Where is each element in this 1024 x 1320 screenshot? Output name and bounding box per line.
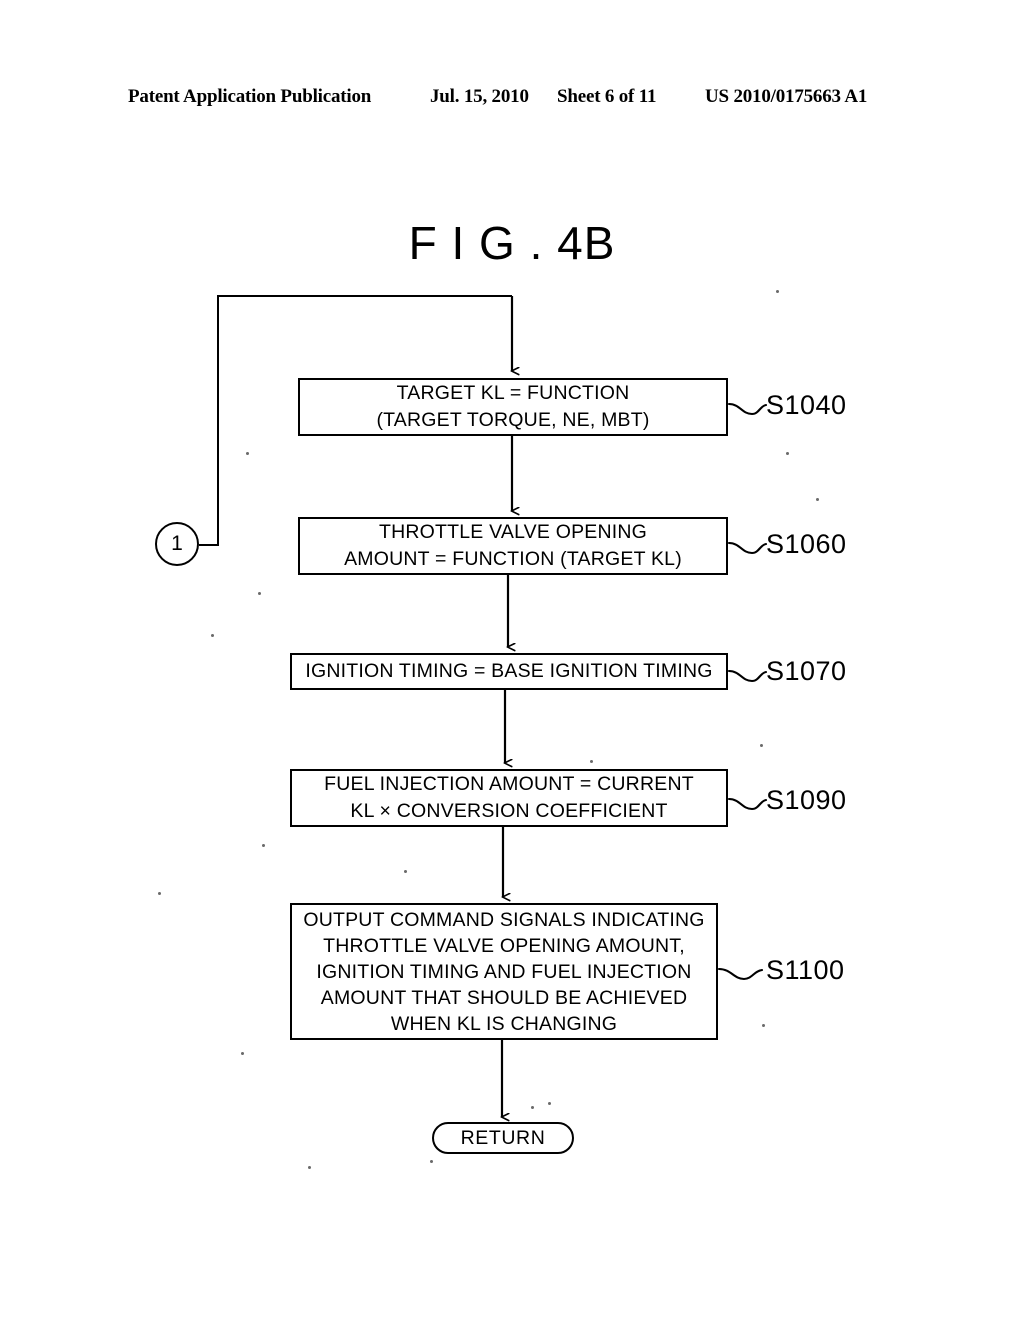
scan-speck (246, 452, 249, 455)
step-label-s1090: S1090 (766, 785, 847, 815)
step-label-s1040: S1040 (766, 390, 847, 420)
process-box-s1100-line-3: IGNITION TIMING AND FUEL INJECTION (316, 960, 692, 983)
scan-speck (158, 892, 161, 895)
step-label-s1100: S1100 (766, 955, 845, 985)
process-box-s1040-line-2: (TARGET TORQUE, NE, MBT) (376, 409, 650, 431)
process-box-s1060-line-2: AMOUNT = FUNCTION (TARGET KL) (344, 548, 682, 570)
process-box-s1040-line-1: TARGET KL = FUNCTION (396, 382, 630, 404)
scan-speck (262, 844, 265, 847)
process-box-s1090: FUEL INJECTION AMOUNT = CURRENT KL × CON… (290, 769, 728, 827)
leader-s1060 (727, 541, 768, 555)
scan-speck (430, 1160, 433, 1163)
scan-speck (404, 870, 407, 873)
scan-speck (258, 592, 261, 595)
scan-speck (241, 1052, 244, 1055)
process-box-s1100-line-1: OUTPUT COMMAND SIGNALS INDICATING (303, 908, 705, 931)
process-box-s1090-line-2: KL × CONVERSION COEFFICIENT (350, 800, 668, 822)
leader-s1070 (727, 669, 768, 683)
step-label-s1060: S1060 (766, 529, 847, 559)
leader-s1100 (717, 967, 764, 981)
leader-s1040 (727, 402, 768, 416)
scan-speck (308, 1166, 311, 1169)
scan-speck (211, 634, 214, 637)
scan-speck (786, 452, 789, 455)
scan-speck (816, 498, 819, 501)
process-box-s1040: TARGET KL = FUNCTION (TARGET TORQUE, NE,… (298, 378, 728, 436)
process-box-s1070-line-1: IGNITION TIMING = BASE IGNITION TIMING (305, 660, 713, 682)
process-box-s1060: THROTTLE VALVE OPENING AMOUNT = FUNCTION… (298, 517, 728, 575)
process-box-s1100: OUTPUT COMMAND SIGNALS INDICATING THROTT… (290, 903, 718, 1040)
process-box-s1090-line-1: FUEL INJECTION AMOUNT = CURRENT (324, 773, 694, 795)
process-box-s1100-line-5: WHEN KL IS CHANGING (390, 1012, 618, 1035)
scan-speck (760, 744, 763, 747)
scan-speck (776, 290, 779, 293)
process-box-s1070: IGNITION TIMING = BASE IGNITION TIMING (290, 653, 728, 690)
off-page-connector-label: 1 (171, 532, 183, 555)
terminator-return-label: RETURN (460, 1126, 546, 1149)
leader-s1090 (727, 797, 768, 811)
process-box-s1100-line-4: AMOUNT THAT SHOULD BE ACHIEVED (320, 986, 688, 1009)
off-page-connector-1: 1 (155, 522, 199, 566)
terminator-return: RETURN (432, 1122, 574, 1154)
process-box-s1060-line-1: THROTTLE VALVE OPENING (378, 521, 648, 543)
flowchart: 1 TARGET KL = FUNCTION (TARGET TORQUE, N… (0, 0, 1024, 1320)
scan-speck (548, 1102, 551, 1105)
scan-speck (531, 1106, 534, 1109)
scan-speck (762, 1024, 765, 1027)
scan-speck (590, 760, 593, 763)
step-label-s1070: S1070 (766, 656, 847, 686)
process-box-s1100-line-2: THROTTLE VALVE OPENING AMOUNT, (323, 934, 685, 957)
